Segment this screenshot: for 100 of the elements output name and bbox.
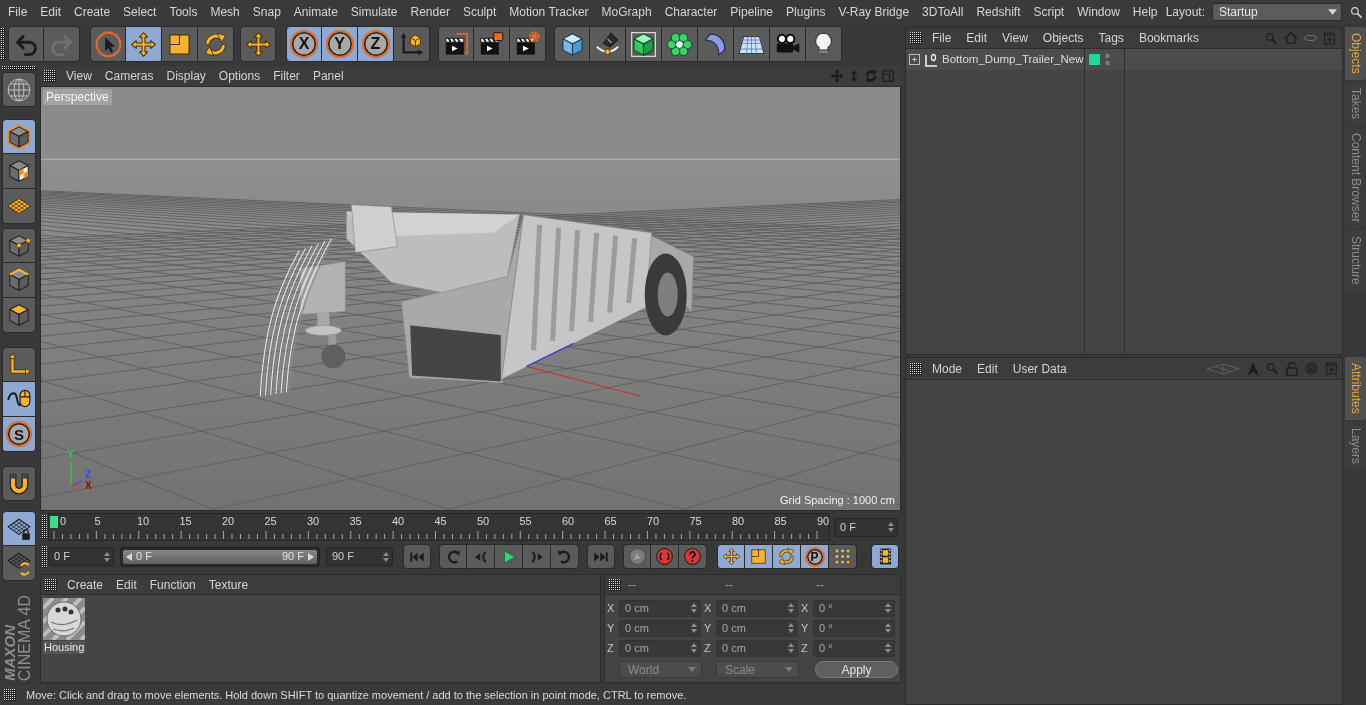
range-end-label: 90 F: [282, 551, 304, 562]
menu-item[interactable]: Sculpt: [462, 6, 497, 18]
menu-item[interactable]: Edit: [966, 32, 988, 44]
menu-item[interactable]: View: [66, 70, 92, 82]
object-row[interactable]: Bottom_Dump_Trailer_New: [906, 49, 1342, 70]
scale-tool-button[interactable]: [745, 544, 773, 569]
menu-item[interactable]: Plugins: [786, 6, 826, 18]
grip-icon[interactable]: [4, 689, 16, 701]
side-tab[interactable]: Attributes: [1345, 357, 1366, 420]
menu-item[interactable]: 3DToAll: [922, 6, 964, 18]
start-frame-field[interactable]: 0 F: [48, 547, 114, 566]
menu-item[interactable]: Edit: [40, 6, 62, 18]
menu-item[interactable]: Edit: [116, 578, 137, 591]
grip-icon[interactable]: [45, 578, 57, 591]
point-level-button[interactable]: [829, 544, 857, 569]
menu-item[interactable]: Snap: [252, 6, 281, 18]
viewport-3d[interactable]: Perspective Y Z X Grid Spacing : 1000 cm: [40, 86, 901, 511]
menu-item[interactable]: User Data: [1012, 362, 1067, 375]
grip-icon[interactable]: [42, 515, 47, 539]
menu-item[interactable]: Redshift: [976, 6, 1021, 18]
menu-item[interactable]: Cameras: [104, 70, 154, 82]
menu-item[interactable]: Filter: [273, 70, 300, 82]
object-name[interactable]: Bottom_Dump_Trailer_New: [942, 53, 1084, 66]
keyframe-selection-button[interactable]: [679, 544, 707, 569]
menu-item[interactable]: Render: [410, 6, 450, 18]
menu-item[interactable]: Create: [67, 578, 104, 591]
go-to-start-button[interactable]: [403, 544, 431, 569]
menu-item[interactable]: Pipeline: [730, 6, 774, 18]
menu-item[interactable]: Animate: [293, 6, 338, 18]
menu-item[interactable]: Script: [1033, 6, 1065, 18]
menu-item[interactable]: Motion Tracker: [509, 6, 589, 18]
axis-lock-button[interactable]: Y: [322, 26, 358, 62]
parameter-key-button[interactable]: P: [801, 544, 829, 569]
null-object-icon[interactable]: [924, 52, 938, 67]
menu-item[interactable]: Edit: [977, 362, 998, 375]
frame-number: 90: [817, 516, 830, 527]
play-button[interactable]: [495, 544, 523, 569]
search-icon[interactable]: [1350, 5, 1363, 19]
frame-number: 15: [179, 516, 192, 527]
scale-square-icon[interactable]: [749, 547, 768, 566]
material-preview[interactable]: [43, 598, 85, 640]
axis-label: Y: [704, 622, 713, 634]
side-tab[interactable]: Objects: [1345, 27, 1366, 80]
spinner-arrows-icon[interactable]: [383, 551, 389, 562]
layout-dropdown[interactable]: Startup: [1212, 3, 1342, 21]
material-name[interactable]: Housing: [43, 641, 86, 654]
grip-icon[interactable]: [910, 362, 922, 375]
go-to-end-button[interactable]: [587, 544, 615, 569]
menu-item[interactable]: Mode: [932, 362, 963, 375]
grip-icon[interactable]: [42, 545, 47, 568]
timeline-ruler[interactable]: 0 5 10 15 20 25 30 35 40 45 50 55 60 65 70 75 80 85 90: [48, 513, 830, 541]
menu-item[interactable]: Simulate: [350, 6, 398, 18]
menu-item[interactable]: Tags: [1098, 32, 1124, 44]
menu-item[interactable]: View: [1002, 32, 1028, 44]
expand-plus-icon[interactable]: [909, 54, 920, 65]
menu-item[interactable]: V-Ray Bridge: [838, 6, 910, 18]
visibility-dots-icon[interactable]: [1105, 53, 1110, 66]
previous-key-button[interactable]: [439, 544, 467, 569]
menu-item[interactable]: Bookmarks: [1138, 32, 1199, 44]
rotate-tool-button[interactable]: [773, 544, 801, 569]
axis-label: Y: [801, 622, 810, 634]
menu-item[interactable]: Texture: [208, 578, 249, 591]
menu-item[interactable]: Objects: [1042, 32, 1084, 44]
axis-lock-button[interactable]: Z: [358, 26, 394, 62]
grip-icon[interactable]: [609, 578, 621, 591]
autokeying-button[interactable]: [651, 544, 679, 569]
arrow-left-icon[interactable]: [126, 552, 132, 561]
spinner-arrows-icon[interactable]: [104, 551, 110, 562]
menu-item[interactable]: Options: [218, 70, 261, 82]
question-circle-icon[interactable]: [683, 547, 702, 566]
snap-mode-button[interactable]: S: [2, 417, 36, 452]
menu-item[interactable]: MoGraph: [601, 6, 652, 18]
axis-label: Z: [704, 642, 712, 654]
rotate-arrows-icon[interactable]: [777, 547, 796, 566]
menu-item[interactable]: Character: [664, 6, 718, 18]
menu-item[interactable]: Window: [1077, 6, 1120, 18]
dot-grid-icon[interactable]: [833, 547, 852, 566]
grip-icon[interactable]: [1, 28, 5, 60]
spinner-arrows-icon[interactable]: [888, 522, 894, 532]
color-swatch-icon[interactable]: [1089, 54, 1100, 65]
caret-down-icon[interactable]: [1328, 9, 1337, 15]
next-key-button[interactable]: [551, 544, 579, 569]
end-frame-field[interactable]: 90 F: [326, 547, 393, 566]
menu-item[interactable]: File: [932, 32, 952, 44]
menu-item[interactable]: Display: [166, 70, 206, 82]
menu-item[interactable]: Panel: [312, 70, 344, 82]
menu-item[interactable]: Tools: [169, 6, 198, 18]
menu-item[interactable]: Select: [123, 6, 157, 18]
current-frame-field[interactable]: 0 F: [834, 517, 898, 537]
menu-item[interactable]: File: [8, 6, 28, 18]
axis-lock-button[interactable]: X: [286, 26, 322, 62]
record-circle-icon[interactable]: [655, 547, 674, 566]
menu-item[interactable]: Create: [74, 6, 111, 18]
grip-icon[interactable]: [910, 32, 922, 44]
arrow-right-icon[interactable]: [308, 552, 314, 561]
grip-icon[interactable]: [2, 66, 36, 70]
menu-item[interactable]: Mesh: [210, 6, 240, 18]
menu-item[interactable]: Function: [149, 578, 196, 591]
grip-icon[interactable]: [44, 70, 56, 82]
menu-item[interactable]: Help: [1132, 6, 1158, 18]
